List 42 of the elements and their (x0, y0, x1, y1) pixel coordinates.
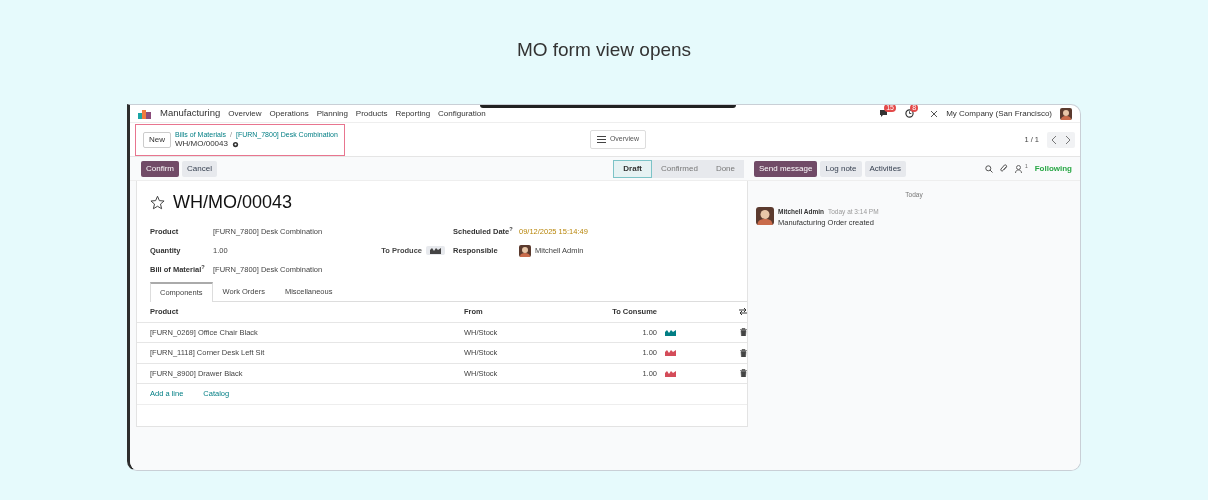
action-button[interactable]: Confirm (141, 160, 179, 177)
menu-item[interactable]: Operations (269, 107, 309, 120)
column-settings-icon[interactable] (739, 308, 747, 316)
chevron-left-icon (1051, 135, 1057, 144)
app-name: Manufacturing (160, 106, 221, 121)
trash-icon[interactable] (740, 348, 747, 357)
trash-icon[interactable] (740, 328, 747, 337)
menu-item[interactable]: Products (355, 107, 388, 120)
forecast-chart-icon[interactable] (665, 349, 676, 357)
status-step[interactable]: Done (706, 159, 744, 178)
forecast-chart-icon[interactable] (665, 369, 676, 377)
record-title: WH/MO/00043 (173, 191, 293, 214)
chatter-button[interactable]: Log note (820, 160, 862, 177)
app-logo-icon (138, 108, 152, 119)
menu-item[interactable]: Overview (228, 107, 262, 120)
chart-icon (430, 247, 441, 254)
avatar (756, 206, 774, 225)
person-icon[interactable] (1014, 164, 1022, 173)
menu-item[interactable]: Planning (316, 107, 348, 120)
forecast-button[interactable] (426, 246, 445, 255)
company-switcher[interactable]: My Company (San Francisco) (946, 107, 1052, 120)
action-button[interactable]: Cancel (182, 160, 217, 177)
menu-item[interactable]: Configuration (438, 107, 486, 120)
paperclip-icon[interactable] (999, 164, 1008, 173)
page-title: MO form view opens (515, 38, 693, 62)
avatar (1060, 107, 1072, 120)
chevron-right-icon (1065, 135, 1071, 144)
trash-icon[interactable] (740, 369, 747, 378)
new-button[interactable]: New (143, 131, 171, 148)
status-step[interactable]: Draft (613, 159, 652, 178)
chatter-button[interactable]: Send message (754, 160, 818, 177)
search-icon[interactable] (984, 164, 993, 173)
star-icon[interactable] (150, 195, 165, 210)
clock-icon[interactable] (905, 109, 915, 118)
menu-item[interactable]: Reporting (395, 107, 431, 120)
chat-icon[interactable] (879, 109, 890, 118)
avatar (519, 244, 531, 257)
forecast-chart-icon[interactable] (665, 328, 676, 336)
status-step[interactable]: Confirmed (651, 159, 707, 178)
record-name: WH/MO/00043 (175, 138, 228, 150)
menu-icon (596, 136, 606, 143)
chatter-button[interactable]: Activities (864, 160, 907, 177)
